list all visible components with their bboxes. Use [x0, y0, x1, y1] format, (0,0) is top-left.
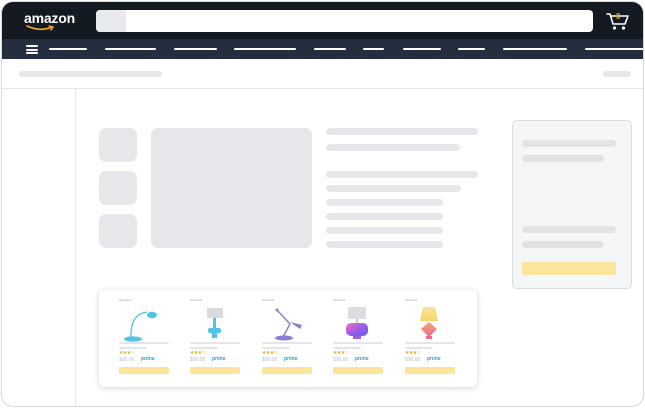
add-to-cart-button[interactable]: [119, 367, 169, 374]
product-card[interactable]: Sponsored ★★★☆ $00.00 prime: [188, 290, 244, 387]
left-column-divider: [75, 89, 76, 406]
arc-lamp-icon: [124, 311, 157, 342]
title-placeholder: [333, 342, 383, 344]
sponsored-label: Sponsored: [262, 299, 275, 302]
nav-item[interactable]: [363, 48, 384, 50]
breadcrumb-bar: [2, 59, 643, 89]
product-detail-placeholder: [326, 241, 443, 248]
nav-bar: [2, 39, 643, 59]
product-detail-placeholder: [326, 171, 478, 178]
product-card[interactable]: Sponsored ★★★☆ $00.00 prime: [403, 290, 459, 387]
title-placeholder: [333, 347, 361, 349]
sponsored-label: Sponsored: [119, 299, 132, 302]
sponsored-label: Sponsored: [190, 299, 203, 302]
buybox-stock-placeholder: [522, 226, 616, 233]
sponsored-label: Sponsored: [333, 299, 346, 302]
thumbnail[interactable]: [99, 128, 137, 162]
nav-item[interactable]: [503, 48, 567, 50]
sponsored-label: Sponsored: [405, 299, 418, 302]
title-placeholder: [405, 347, 433, 349]
nav-item[interactable]: [234, 48, 296, 50]
swing-arm-lamp-icon: [275, 308, 302, 341]
search-bar: [96, 10, 593, 32]
nav-item[interactable]: [105, 48, 156, 50]
title-placeholder: [405, 342, 455, 344]
product-detail-placeholder: [326, 213, 443, 220]
buybox-delivery-placeholder: [522, 155, 604, 162]
hamburger-icon[interactable]: [26, 45, 38, 54]
price: $00.00: [262, 357, 278, 363]
add-to-cart-button[interactable]: [333, 367, 383, 374]
product-detail-placeholder: [326, 199, 443, 206]
buybox-price-placeholder: [522, 140, 616, 147]
breadcrumb-placeholder[interactable]: [19, 71, 162, 77]
title-placeholder: [262, 342, 312, 344]
amazon-logo[interactable]: amazon: [24, 10, 75, 26]
product-title-placeholder: [326, 128, 478, 135]
rating-stars: ★★★☆: [119, 350, 135, 356]
price: $00.00: [119, 357, 135, 363]
product-card[interactable]: Sponsored ★★★☆ $00.00 prime: [331, 290, 387, 387]
search-input[interactable]: [126, 10, 593, 32]
gradient-lamp-icon: [420, 307, 438, 339]
prime-badge: prime: [284, 356, 298, 362]
title-placeholder: [190, 347, 218, 349]
price: $00.00: [405, 357, 421, 363]
nav-item[interactable]: [314, 48, 346, 50]
price: $00.00: [333, 357, 349, 363]
add-to-cart-button[interactable]: [405, 367, 455, 374]
rating-stars: ★★★☆: [405, 350, 421, 356]
add-to-cart-button[interactable]: [522, 262, 616, 275]
add-to-cart-button[interactable]: [190, 367, 240, 374]
logo-smile-icon: [26, 25, 55, 31]
top-header: amazon 0: [2, 2, 643, 39]
title-placeholder: [119, 342, 169, 344]
product-title-placeholder: [326, 144, 460, 151]
product-detail-placeholder: [326, 185, 461, 192]
title-placeholder: [119, 347, 147, 349]
rating-stars: ★★★☆: [333, 350, 349, 356]
prime-badge: prime: [212, 356, 226, 362]
nav-item[interactable]: [458, 48, 485, 50]
buy-box: [512, 120, 632, 289]
product-detail-placeholder: [326, 227, 443, 234]
nav-item[interactable]: [585, 48, 643, 50]
prime-badge: prime: [141, 356, 155, 362]
nav-item[interactable]: [174, 48, 217, 50]
search-category-dropdown[interactable]: [96, 10, 126, 32]
title-placeholder: [262, 347, 290, 349]
prime-badge: prime: [427, 356, 441, 362]
page-frame: amazon 0 Sponsored ★★★☆ $00.00 prime Spo…: [1, 1, 644, 407]
thumbnail[interactable]: [99, 171, 137, 205]
breadcrumb-right-placeholder[interactable]: [603, 71, 631, 77]
product-card[interactable]: Sponsored ★★★☆ $00.00 prime: [260, 290, 316, 387]
nav-item[interactable]: [49, 48, 87, 50]
nav-item[interactable]: [403, 48, 441, 50]
crystal-lamp-icon: [346, 307, 368, 339]
product-card[interactable]: Sponsored ★★★☆ $00.00 prime: [117, 290, 173, 387]
sponsored-products-carousel: Sponsored ★★★☆ $00.00 prime Sponsored ★★…: [99, 290, 477, 387]
price: $00.00: [190, 357, 206, 363]
desk-lamp-icon: [207, 308, 223, 338]
prime-badge: prime: [355, 356, 369, 362]
rating-stars: ★★★☆: [190, 350, 206, 356]
cart-count: 0: [616, 12, 621, 21]
buybox-qty-placeholder: [522, 241, 604, 248]
title-placeholder: [190, 342, 240, 344]
add-to-cart-button[interactable]: [262, 367, 312, 374]
rating-stars: ★★★☆: [262, 350, 278, 356]
product-main-image[interactable]: [151, 128, 312, 248]
thumbnail[interactable]: [99, 214, 137, 248]
